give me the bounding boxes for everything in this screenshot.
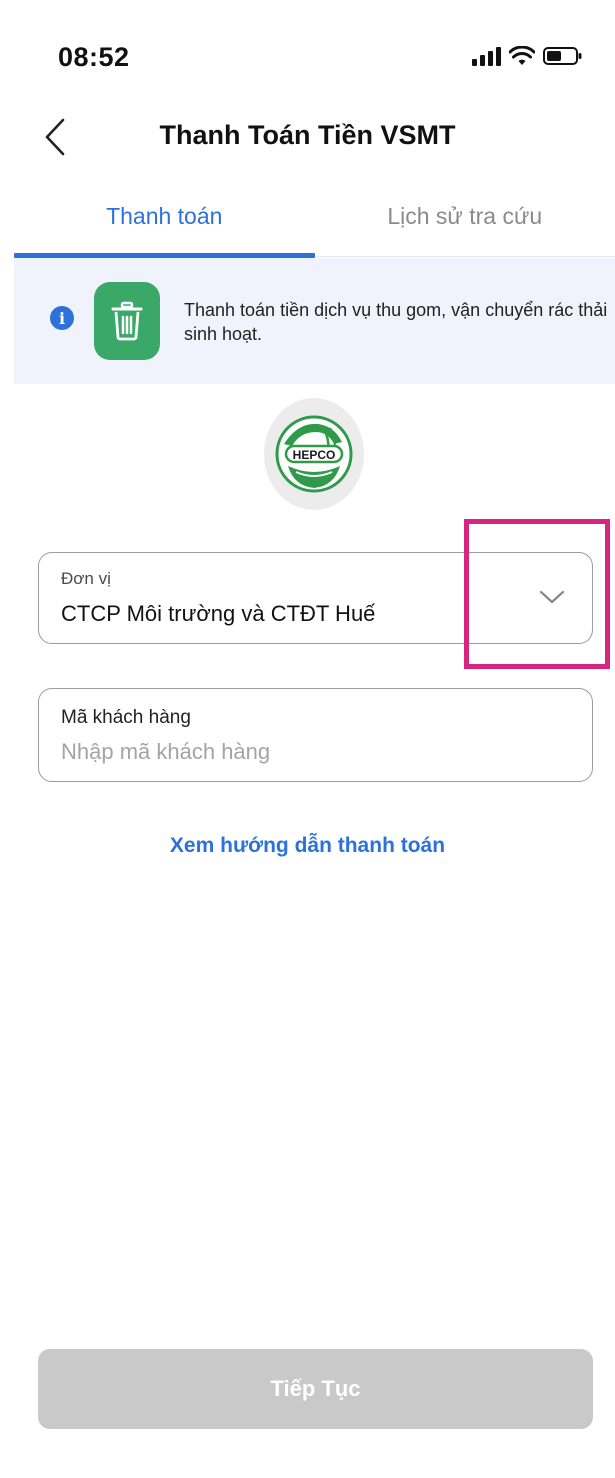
trash-icon [111, 301, 143, 341]
page-title: Thanh Toán Tiền VSMT [159, 120, 456, 150]
info-text: Thanh toán tiền dịch vụ thu gom, vận chu… [184, 300, 608, 344]
status-icons [471, 46, 583, 66]
provider-logo: HEPCO [264, 398, 364, 510]
status-bar: 08:52 [0, 0, 615, 110]
service-icon-tile [94, 282, 160, 360]
unit-label: Đơn vị [61, 569, 111, 588]
wifi-icon [509, 46, 535, 65]
info-banner: i Thanh toán tiền dịch vụ thu gom, vận c… [14, 258, 615, 384]
customer-code-input[interactable] [61, 739, 561, 765]
signal-icon [472, 47, 501, 66]
customer-code-label: Mã khách hàng [61, 707, 191, 728]
tab-bar: Thanh toán Lịch sử tra cứu [14, 185, 615, 258]
customer-code-field[interactable]: Mã khách hàng [38, 688, 593, 782]
payment-guide-link[interactable]: Xem hướng dẫn thanh toán [0, 834, 615, 858]
hepco-logo: HEPCO [275, 415, 353, 493]
header: Thanh Toán Tiền VSMT [0, 100, 615, 180]
svg-text:HEPCO: HEPCO [293, 448, 336, 462]
tab-lookup-history[interactable]: Lịch sử tra cứu [315, 185, 615, 256]
battery-icon [543, 47, 582, 65]
status-time: 08:52 [58, 42, 130, 72]
continue-button[interactable]: Tiếp Tục [38, 1349, 593, 1429]
highlight-box [464, 519, 610, 669]
unit-value: CTCP Môi trường và CTĐT Huế [61, 601, 376, 626]
tab-payment[interactable]: Thanh toán [14, 185, 315, 258]
info-icon: i [50, 306, 74, 330]
